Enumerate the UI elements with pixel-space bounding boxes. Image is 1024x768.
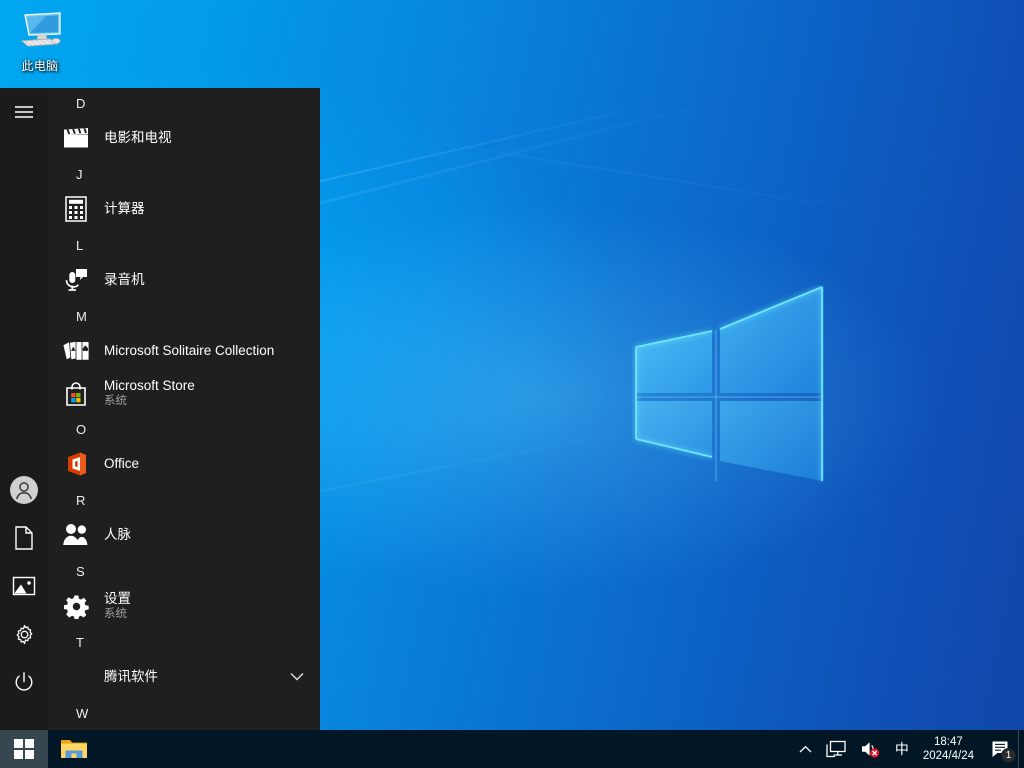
action-center-button[interactable]: 1 — [984, 730, 1018, 768]
solitaire-icon — [60, 335, 92, 367]
app-list-letter-header[interactable]: L — [48, 230, 320, 259]
app-list-letter-header[interactable]: M — [48, 301, 320, 330]
app-list-letter-header[interactable]: D — [48, 88, 320, 117]
show-desktop-button[interactable] — [1018, 730, 1024, 768]
movies-tv-icon — [60, 122, 92, 154]
app-list-item-people[interactable]: 人脉 — [48, 514, 320, 556]
windows-hero-logo — [632, 285, 824, 483]
speaker-muted-icon — [860, 740, 880, 758]
sidebar-item-power[interactable] — [0, 658, 48, 706]
people-icon — [60, 519, 92, 551]
microsoft-store-icon — [60, 377, 92, 409]
app-list-item-solitaire[interactable]: Microsoft Solitaire Collection — [48, 330, 320, 372]
app-list-letter-header[interactable]: J — [48, 159, 320, 188]
app-list-letter-header[interactable]: R — [48, 485, 320, 514]
desktop-icon-label: 此电脑 — [8, 57, 72, 74]
app-list-item-office[interactable]: Office — [48, 443, 320, 485]
app-list-letter-header[interactable]: O — [48, 414, 320, 443]
app-list-letter-header[interactable]: T — [48, 627, 320, 656]
sidebar-item-documents[interactable] — [0, 514, 48, 562]
taskbar-item-file-explorer[interactable] — [48, 730, 100, 768]
system-tray[interactable]: 中 18:47 2024/4/24 1 — [792, 730, 1024, 768]
documents-icon — [14, 526, 34, 550]
chevron-down-icon — [290, 668, 304, 686]
taskbar[interactable]: 中 18:47 2024/4/24 1 — [0, 730, 1024, 768]
app-list-item-movies-tv[interactable]: 电影和电视 — [48, 117, 320, 159]
app-list-item-label: Microsoft Store — [104, 378, 195, 394]
start-menu-app-list[interactable]: D 电影和电视 J — [48, 88, 320, 730]
start-menu-rail[interactable] — [0, 88, 48, 730]
app-list-item-label: 电影和电视 — [104, 130, 172, 146]
notification-badge: 1 — [1001, 748, 1016, 763]
settings-gear-icon — [60, 590, 92, 622]
app-list-letter-header[interactable]: W — [48, 698, 320, 727]
pictures-icon — [12, 575, 36, 597]
tray-volume-button[interactable] — [853, 730, 887, 768]
start-button[interactable] — [0, 730, 48, 768]
file-explorer-icon — [60, 737, 88, 761]
tray-overflow-button[interactable] — [792, 730, 819, 768]
windows-logo-icon — [14, 739, 34, 759]
app-list-item-label: 录音机 — [104, 272, 145, 288]
this-pc-icon — [16, 8, 64, 56]
power-icon — [13, 671, 35, 693]
start-menu[interactable]: D 电影和电视 J — [0, 88, 320, 730]
sidebar-item-settings[interactable] — [0, 610, 48, 658]
clock-date: 2024/4/24 — [923, 749, 974, 763]
chevron-up-icon — [799, 745, 812, 754]
voice-recorder-icon — [60, 264, 92, 296]
app-list-item-calculator[interactable]: 计算器 — [48, 188, 320, 230]
tray-network-button[interactable] — [819, 730, 853, 768]
app-list-item-voice-recorder[interactable]: 录音机 — [48, 259, 320, 301]
app-list-letter-header[interactable]: S — [48, 556, 320, 585]
app-list-item-tencent-software[interactable]: 腾讯软件 — [48, 656, 320, 698]
app-list-item-label: Microsoft Solitaire Collection — [104, 343, 274, 359]
taskbar-clock[interactable]: 18:47 2024/4/24 — [917, 735, 984, 763]
app-list-item-sublabel: 系统 — [104, 395, 195, 408]
app-list-item-label: Office — [104, 456, 139, 472]
app-list-item-label: 设置 — [104, 591, 131, 607]
wallpaper-glow — [250, 170, 1010, 610]
clock-time: 18:47 — [923, 735, 974, 749]
network-monitor-icon — [826, 740, 846, 758]
app-list-item-settings[interactable]: 设置 系统 — [48, 585, 320, 627]
calculator-icon — [60, 193, 92, 225]
app-list-item-label: 人脉 — [104, 527, 131, 543]
user-account-icon — [9, 475, 39, 505]
settings-gear-icon — [13, 623, 36, 646]
app-list-item-microsoft-store[interactable]: Microsoft Store 系统 — [48, 372, 320, 414]
sidebar-item-user-account[interactable] — [0, 466, 48, 514]
app-list-item-label: 计算器 — [104, 201, 145, 217]
desktop-icon-this-pc[interactable]: 此电脑 — [8, 6, 72, 78]
app-list-item-label: 腾讯软件 — [104, 669, 158, 685]
sidebar-item-pictures[interactable] — [0, 562, 48, 610]
hamburger-menu-button[interactable] — [0, 88, 48, 136]
office-icon — [60, 448, 92, 480]
app-list-item-sublabel: 系统 — [104, 608, 131, 621]
hamburger-menu-icon — [14, 105, 34, 119]
tray-ime-indicator[interactable]: 中 — [887, 739, 917, 759]
